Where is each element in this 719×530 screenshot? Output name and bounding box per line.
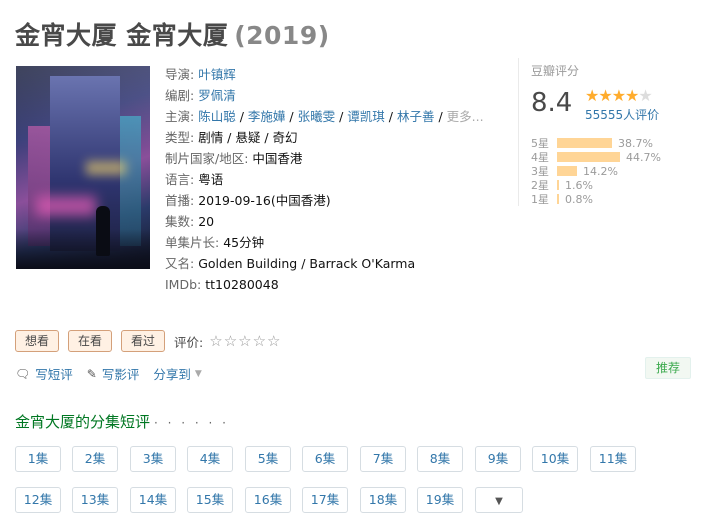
episode-button[interactable]: 4集 <box>187 446 233 472</box>
rating-bar <box>557 152 620 162</box>
caret-down-icon: ▼ <box>495 496 503 507</box>
genre-label: 类型: <box>165 130 195 145</box>
episode-button[interactable]: 12集 <box>15 487 61 513</box>
episode-button[interactable]: 15集 <box>187 487 233 513</box>
premiere-label: 首播: <box>165 193 195 208</box>
genre-value: 剧情 / 悬疑 / 奇幻 <box>198 130 298 145</box>
episode-button[interactable]: 19集 <box>417 487 463 513</box>
comment-icon: 🗨 <box>15 366 31 381</box>
review-label: 写影评 <box>101 367 140 382</box>
rate-stars-icon[interactable]: ☆☆☆☆☆ <box>209 332 281 350</box>
rate-label: 评价: <box>174 334 204 350</box>
episode-button[interactable]: 1集 <box>15 446 61 472</box>
section-title: 金宵大厦的分集短评 · · · · · · <box>15 411 229 432</box>
episode-button[interactable]: 2集 <box>72 446 118 472</box>
page-title: 金宵大厦 金宵大厦 (2019) <box>15 16 330 52</box>
cast-more-link[interactable]: 更多... <box>447 109 484 124</box>
share-dropdown[interactable]: 分享到 ▼ <box>153 364 206 383</box>
episode-button[interactable]: 6集 <box>302 446 348 472</box>
episode-button[interactable]: 14集 <box>130 487 176 513</box>
writer-link[interactable]: 罗佩清 <box>198 88 236 103</box>
title-year: (2019) <box>234 21 330 50</box>
rating-bar-row: 1星 0.8% <box>531 192 661 207</box>
rating-bar-percent: 1.6% <box>565 178 593 192</box>
rating-score: 8.4 <box>531 88 573 118</box>
rating-bar-row: 3星 14.2% <box>531 164 661 179</box>
rating-bar-percent: 44.7% <box>626 150 661 164</box>
runtime-label: 单集片长: <box>165 235 220 250</box>
cast-link[interactable]: 林子善 <box>397 109 435 124</box>
rating-breakdown: 5星 38.7% 4星 44.7% 3星 14.2% 2星 1.6% 1星 0.8% <box>531 136 661 207</box>
cast-link[interactable]: 李施嬅 <box>248 109 286 124</box>
rating-label: 豆瓣评分 <box>531 64 580 78</box>
cast-link[interactable]: 陈山聪 <box>198 109 236 124</box>
rating-box: 豆瓣评分 8.4 ★★★★★ 55555人评价 5星 38.7% 4星 44.7% 3星… <box>518 58 706 206</box>
episode-button[interactable]: 13集 <box>72 487 118 513</box>
episodes-section-title: 金宵大厦的分集短评 <box>15 413 151 431</box>
imdb-value: tt10280048 <box>205 277 279 292</box>
short-review-label: 写短评 <box>35 367 73 382</box>
director-label: 导演: <box>165 67 195 82</box>
want-button[interactable]: 想看 <box>15 330 60 352</box>
episode-button[interactable]: 10集 <box>532 446 578 472</box>
pencil-icon: ✎ <box>86 366 97 381</box>
rating-bar-percent: 0.8% <box>565 192 593 206</box>
episode-button[interactable]: 18集 <box>360 487 406 513</box>
rating-bar-row: 5星 38.7% <box>531 136 661 151</box>
episode-button[interactable]: 3集 <box>130 446 176 472</box>
watching-button[interactable]: 在看 <box>68 330 113 352</box>
rating-bar <box>557 180 559 190</box>
caret-down-icon: ▼ <box>194 368 202 379</box>
action-bar: 想看 在看 看过 评价: ☆☆☆☆☆ <box>15 330 282 352</box>
section-dots: · · · · · · <box>154 416 229 430</box>
writer-label: 编剧: <box>165 88 195 103</box>
cast-link[interactable]: 谭凯琪 <box>347 109 385 124</box>
title-text: 金宵大厦 金宵大厦 <box>15 21 229 50</box>
watched-button[interactable]: 看过 <box>121 330 166 352</box>
rating-bar-row: 4星 44.7% <box>531 150 661 165</box>
rating-bar-row: 2星 1.6% <box>531 178 661 193</box>
aka-label: 又名: <box>165 256 195 271</box>
cast-label: 主演: <box>165 109 195 124</box>
rating-people-link[interactable]: 55555人评价 <box>585 106 659 123</box>
language-label: 语言: <box>165 172 195 187</box>
episode-button[interactable]: 11集 <box>590 446 636 472</box>
director-link[interactable]: 叶镇辉 <box>198 67 236 82</box>
episode-button[interactable]: 9集 <box>475 446 521 472</box>
episode-button[interactable]: 16集 <box>245 487 291 513</box>
rating-bar <box>557 166 577 176</box>
rating-bar <box>557 194 559 204</box>
share-label: 分享到 <box>153 367 191 382</box>
episodes-value: 20 <box>198 214 215 229</box>
rating-bar <box>557 138 612 148</box>
rating-bar-percent: 38.7% <box>618 136 653 150</box>
info-panel: 导演: 叶镇辉 编剧: 罗佩清 主演: 陈山聪 / 李施嬅 / 张曦雯 / 谭凯… <box>165 67 484 292</box>
short-review-link[interactable]: 🗨 写短评 <box>15 364 73 383</box>
rating-bar-label: 1星 <box>531 193 549 206</box>
share-row: 🗨 写短评 ✎ 写影评 分享到 ▼ <box>15 364 221 383</box>
country-value: 中国香港 <box>252 151 303 166</box>
episodes-label: 集数: <box>165 214 195 229</box>
recommend-button[interactable]: 推荐 <box>645 357 691 379</box>
language-value: 粤语 <box>198 172 224 187</box>
imdb-label: IMDb: <box>165 277 202 292</box>
premiere-value: 2019-09-16(中国香港) <box>198 193 331 208</box>
expand-episodes-button[interactable]: ▼ <box>475 487 523 513</box>
episode-button[interactable]: 17集 <box>302 487 348 513</box>
rating-bar-percent: 14.2% <box>583 164 618 178</box>
episode-button[interactable]: 5集 <box>245 446 291 472</box>
episode-button[interactable]: 8集 <box>417 446 463 472</box>
poster-image[interactable] <box>16 66 150 269</box>
episode-button[interactable]: 7集 <box>360 446 406 472</box>
country-label: 制片国家/地区: <box>165 151 249 166</box>
aka-value: Golden Building / Barrack O'Karma <box>198 256 416 271</box>
cast-link[interactable]: 张曦雯 <box>298 109 336 124</box>
rating-stars-icon: ★★★★★ <box>585 86 653 105</box>
review-link[interactable]: ✎ 写影评 <box>87 364 140 383</box>
runtime-value: 45分钟 <box>223 235 265 250</box>
